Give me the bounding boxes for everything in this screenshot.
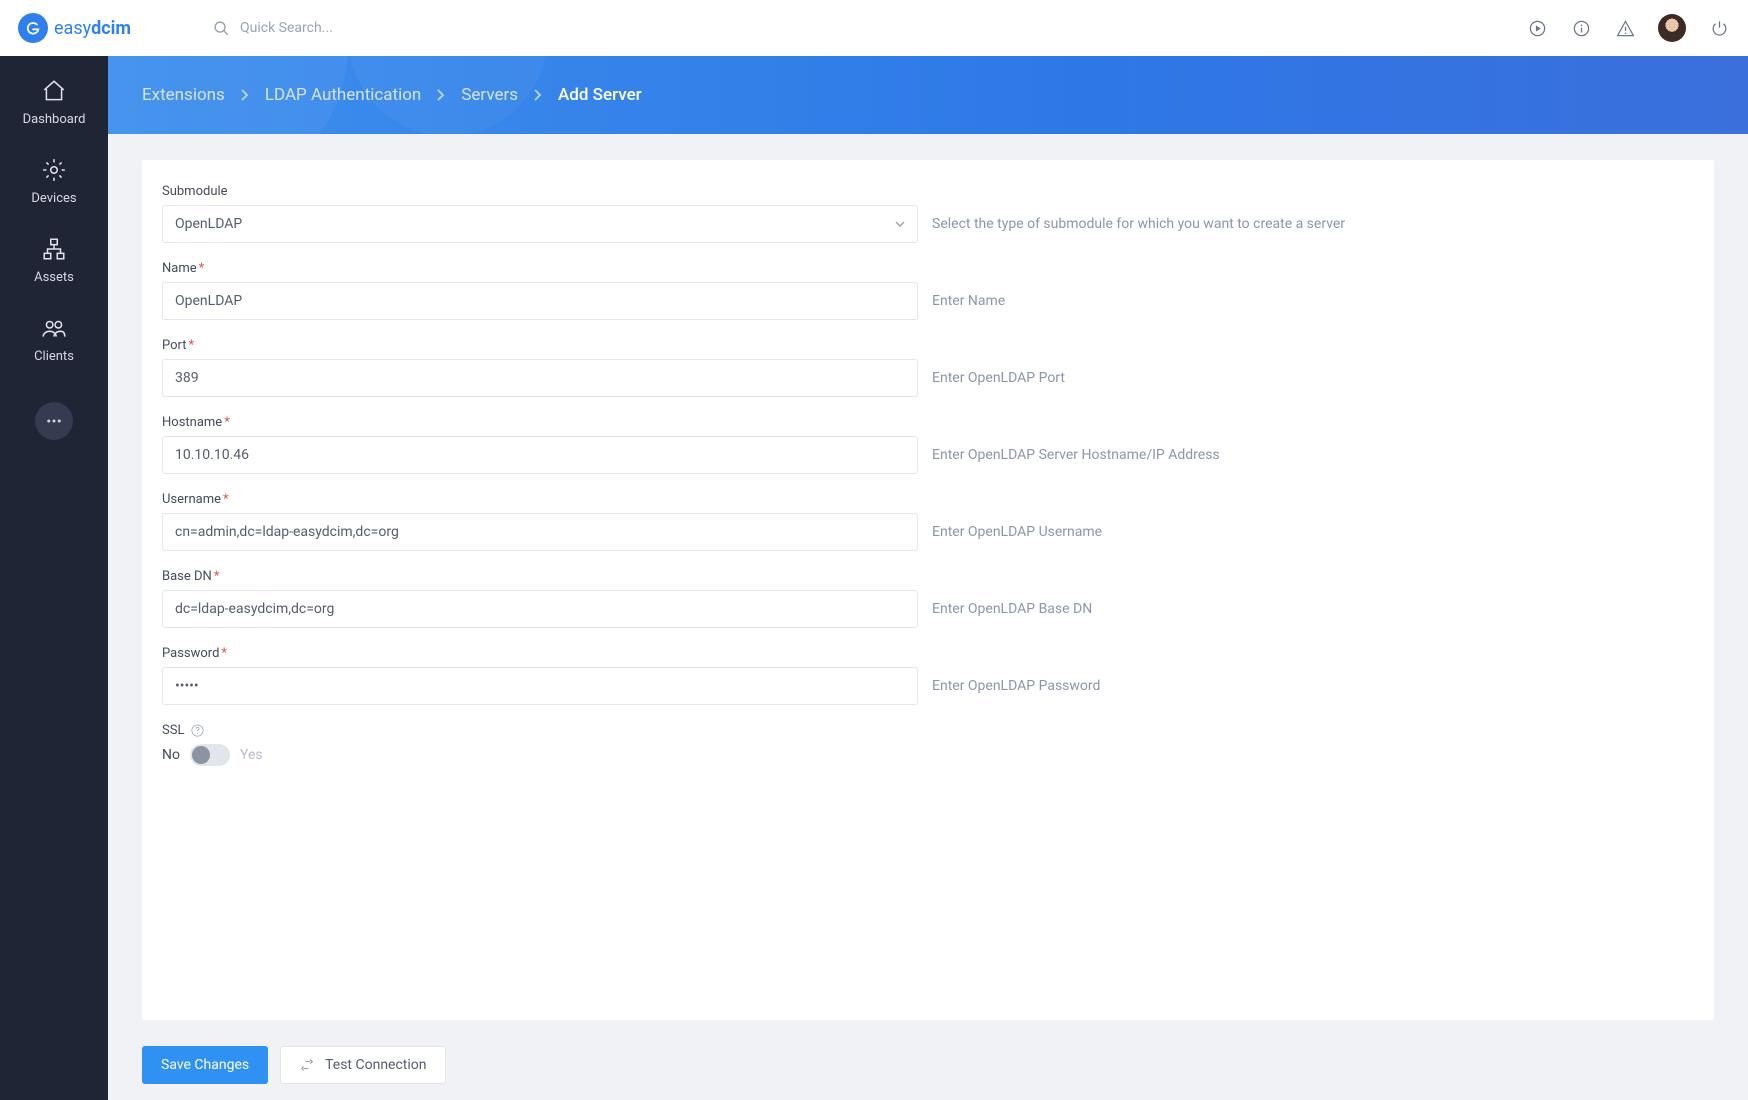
hostname-input[interactable] xyxy=(162,436,918,474)
hint-password: Enter OpenLDAP Password xyxy=(932,678,1100,694)
form-panel: Submodule OpenLDAP Select the type of su… xyxy=(142,160,1714,1020)
ssl-toggle-row: No Yes xyxy=(162,744,1694,766)
hint-port: Enter OpenLDAP Port xyxy=(932,370,1065,386)
submodule-select[interactable]: OpenLDAP xyxy=(162,205,918,243)
help-icon[interactable] xyxy=(190,723,205,738)
alert-icon[interactable] xyxy=(1614,17,1636,39)
chevron-right-icon xyxy=(241,89,249,101)
breadcrumb-item[interactable]: Servers xyxy=(461,85,518,105)
label-name: Name* xyxy=(162,261,1694,276)
user-avatar[interactable] xyxy=(1658,14,1686,42)
chevron-right-icon xyxy=(534,89,542,101)
toggle-label-yes: Yes xyxy=(240,747,263,763)
info-icon[interactable] xyxy=(1570,17,1592,39)
users-icon xyxy=(41,315,67,341)
username-input[interactable] xyxy=(162,513,918,551)
brand-logo[interactable]: easydcim xyxy=(18,13,131,43)
power-icon[interactable] xyxy=(1708,17,1730,39)
sidebar-item-label: Dashboard xyxy=(23,112,86,127)
port-input[interactable] xyxy=(162,359,918,397)
breadcrumb-item[interactable]: Extensions xyxy=(142,85,225,105)
label-ssl: SSL xyxy=(162,723,1694,738)
brand-text: easydcim xyxy=(54,18,131,39)
basedn-input[interactable] xyxy=(162,590,918,628)
name-input[interactable] xyxy=(162,282,918,320)
hint-username: Enter OpenLDAP Username xyxy=(932,524,1102,540)
chevron-right-icon xyxy=(437,89,445,101)
panel-area: Submodule OpenLDAP Select the type of su… xyxy=(108,134,1748,1030)
topbar: easydcim Quick Search... xyxy=(0,0,1748,56)
ssl-toggle[interactable] xyxy=(190,744,230,766)
sidebar-item-label: Devices xyxy=(31,191,76,206)
label-username: Username* xyxy=(162,492,1694,507)
global-search[interactable]: Quick Search... xyxy=(213,20,333,37)
test-button-label: Test Connection xyxy=(325,1057,426,1073)
label-basedn: Base DN* xyxy=(162,569,1694,584)
toggle-label-no: No xyxy=(162,747,180,763)
content-column: Extensions LDAP Authentication Servers A… xyxy=(108,56,1748,1100)
label-port: Port* xyxy=(162,338,1694,353)
brand-mark-icon xyxy=(18,13,48,43)
hint-hostname: Enter OpenLDAP Server Hostname/IP Addres… xyxy=(932,447,1220,463)
search-icon xyxy=(213,20,230,37)
sidebar-item-devices[interactable]: Devices xyxy=(31,157,76,206)
hint-submodule: Select the type of submodule for which y… xyxy=(932,216,1345,232)
toggle-knob xyxy=(192,746,210,764)
chevron-down-icon xyxy=(895,219,905,229)
gear-icon xyxy=(41,157,67,183)
breadcrumb: Extensions LDAP Authentication Servers A… xyxy=(142,85,642,105)
sidebar-more-button[interactable] xyxy=(35,402,73,440)
hint-name: Enter Name xyxy=(932,293,1005,309)
search-placeholder: Quick Search... xyxy=(240,20,333,36)
action-bar: Save Changes Test Connection xyxy=(108,1030,1748,1100)
hint-basedn: Enter OpenLDAP Base DN xyxy=(932,601,1092,617)
network-icon xyxy=(41,236,67,262)
sidebar-item-dashboard[interactable]: Dashboard xyxy=(23,78,86,127)
home-icon xyxy=(41,78,67,104)
label-password: Password* xyxy=(162,646,1694,661)
submodule-value: OpenLDAP xyxy=(175,216,242,232)
play-icon[interactable] xyxy=(1526,17,1548,39)
label-submodule: Submodule xyxy=(162,184,1694,199)
password-input[interactable] xyxy=(162,667,918,705)
breadcrumb-bar: Extensions LDAP Authentication Servers A… xyxy=(108,56,1748,134)
breadcrumb-item[interactable]: LDAP Authentication xyxy=(265,85,422,105)
connection-icon xyxy=(299,1057,315,1073)
test-connection-button[interactable]: Test Connection xyxy=(280,1046,445,1084)
label-hostname: Hostname* xyxy=(162,415,1694,430)
top-actions xyxy=(1526,14,1730,42)
save-button[interactable]: Save Changes xyxy=(142,1046,268,1084)
sidebar-item-assets[interactable]: Assets xyxy=(34,236,74,285)
breadcrumb-current: Add Server xyxy=(558,85,642,105)
dots-icon xyxy=(45,412,63,430)
sidebar-item-clients[interactable]: Clients xyxy=(34,315,74,364)
sidebar-item-label: Assets xyxy=(34,270,74,285)
save-button-label: Save Changes xyxy=(161,1057,249,1073)
sidebar-item-label: Clients xyxy=(34,349,74,364)
sidebar: Dashboard Devices Assets Clients xyxy=(0,56,108,1100)
